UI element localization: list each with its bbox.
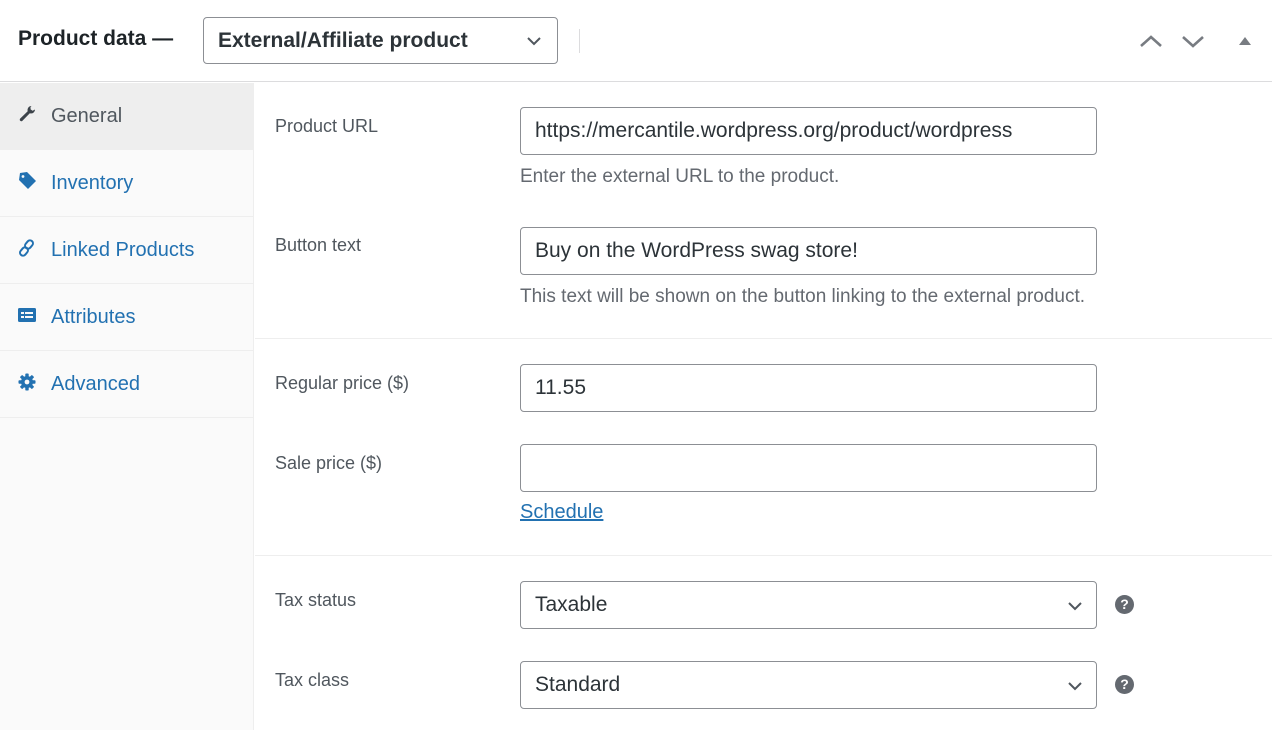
help-icon[interactable]: ?	[1115, 675, 1134, 694]
tax-status-label: Tax status	[275, 590, 357, 610]
tax-class-label: Tax class	[275, 670, 350, 690]
tab-attributes[interactable]: Attributes	[0, 284, 253, 351]
chevron-up-icon	[1140, 35, 1162, 47]
general-panel: Product URL https://mercantile.wordpress…	[255, 83, 1272, 730]
tab-linked-products[interactable]: Linked Products	[0, 217, 253, 284]
product-data-title: Product data —	[18, 27, 174, 50]
product-url-input[interactable]: https://mercantile.wordpress.org/product…	[520, 107, 1097, 155]
move-down-button[interactable]	[1180, 30, 1206, 54]
sale-price-label: Sale price ($)	[275, 453, 383, 473]
tab-inventory[interactable]: Inventory	[0, 150, 253, 217]
tab-general[interactable]: General	[0, 83, 253, 150]
button-text-description: This text will be shown on the button li…	[520, 286, 1086, 307]
tab-label: Attributes	[51, 306, 136, 328]
tab-label: General	[51, 105, 123, 127]
schedule-link[interactable]: Schedule	[520, 501, 603, 524]
regular-price-input[interactable]: 11.55	[520, 364, 1097, 412]
tab-label: Linked Products	[51, 239, 195, 261]
tab-label: Advanced	[51, 373, 140, 395]
external-product-section: Product URL https://mercantile.wordpress…	[255, 83, 1272, 339]
help-icon[interactable]: ?	[1115, 595, 1134, 614]
pricing-section: Regular price ($) 11.55 Sale price ($) S…	[255, 339, 1272, 556]
product-data-header: Product data — External/Affiliate produc…	[0, 0, 1272, 82]
tag-icon	[19, 172, 36, 189]
product-type-value: External/Affiliate product	[218, 29, 468, 52]
regular-price-label: Regular price ($)	[275, 373, 410, 393]
link-icon	[19, 239, 34, 257]
tax-class-select[interactable]: Standard	[520, 661, 1097, 709]
tax-status-value: Taxable	[535, 593, 608, 616]
product-type-select[interactable]: External/Affiliate product	[203, 17, 558, 64]
move-up-button[interactable]	[1138, 30, 1164, 54]
gear-icon	[18, 373, 36, 391]
chevron-down-icon	[527, 37, 541, 46]
chevron-down-icon	[1182, 36, 1204, 48]
header-divider	[579, 29, 580, 53]
triangle-up-icon	[1239, 37, 1251, 45]
sale-price-input[interactable]	[520, 444, 1097, 492]
button-text-label: Button text	[275, 235, 362, 255]
product-data-tabs: General Inventory Linked Products Attrib…	[0, 83, 254, 730]
tab-advanced[interactable]: Advanced	[0, 351, 253, 418]
tab-label: Inventory	[51, 172, 134, 194]
list-card-icon	[18, 308, 36, 322]
product-url-label: Product URL	[275, 116, 379, 136]
tax-status-select[interactable]: Taxable	[520, 581, 1097, 629]
button-text-input[interactable]: Buy on the WordPress swag store!	[520, 227, 1097, 275]
product-url-description: Enter the external URL to the product.	[520, 166, 840, 187]
tax-section: Tax status Taxable ? Tax class Standard …	[255, 556, 1272, 730]
tax-class-value: Standard	[535, 673, 621, 696]
chevron-down-icon	[1068, 602, 1082, 611]
chevron-down-icon	[1068, 682, 1082, 691]
collapse-panel-button[interactable]	[1233, 30, 1259, 54]
wrench-icon	[19, 106, 35, 122]
